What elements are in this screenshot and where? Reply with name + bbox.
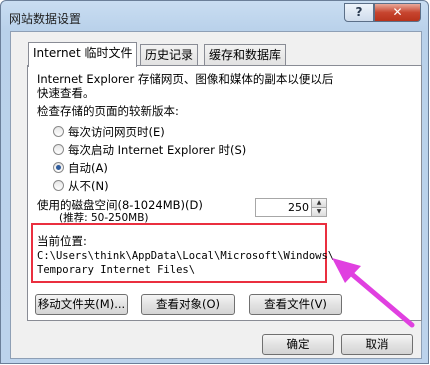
location-path-line1: C:\Users\think\AppData\Local\Microsoft\W… bbox=[37, 250, 335, 262]
close-button[interactable]: ✕ bbox=[374, 3, 421, 22]
view-objects-button[interactable]: 查看对象(O) bbox=[141, 294, 235, 315]
radio-label-never[interactable]: 从不(N) bbox=[68, 178, 109, 194]
radio-label-every-visit[interactable]: 每次访问网页时(E) bbox=[68, 124, 165, 140]
ok-button[interactable]: 确定 bbox=[262, 334, 334, 355]
radio-label-every-start[interactable]: 每次启动 Internet Explorer 时(S) bbox=[68, 142, 246, 158]
spin-down-arrow-icon[interactable]: ▼ bbox=[311, 208, 326, 216]
radio-every-visit[interactable] bbox=[53, 126, 64, 137]
spin-up-arrow-icon[interactable]: ▲ bbox=[311, 199, 326, 208]
move-folder-button[interactable]: 移动文件夹(M)... bbox=[35, 294, 128, 315]
tab-history[interactable]: 历史记录 bbox=[140, 44, 199, 66]
description-text-2: 快速查看。 bbox=[37, 86, 95, 100]
disk-space-spinner[interactable]: 250 ▲ ▼ bbox=[255, 198, 327, 217]
radio-automatic[interactable] bbox=[53, 162, 64, 173]
check-versions-label: 检查存储的页面的较新版本: bbox=[37, 104, 179, 118]
tab-cache-databases[interactable]: 缓存和数据库 bbox=[204, 44, 287, 66]
tab-temporary-internet-files[interactable]: Internet 临时文件 bbox=[28, 42, 138, 67]
window-title: 网站数据设置 bbox=[9, 12, 82, 26]
disk-space-value[interactable]: 250 bbox=[288, 201, 309, 214]
radio-never[interactable] bbox=[53, 180, 64, 191]
radio-label-automatic[interactable]: 自动(A) bbox=[68, 160, 108, 176]
view-files-button[interactable]: 查看文件(V) bbox=[249, 294, 342, 315]
help-button[interactable]: ? bbox=[344, 3, 374, 22]
dialog-window: 网站数据设置 ? ✕ Internet 临时文件 历史记录 缓存和数据库 Int… bbox=[0, 0, 429, 364]
radio-every-start[interactable] bbox=[53, 144, 64, 155]
location-path-line2: Temporary Internet Files\ bbox=[37, 264, 196, 276]
current-location-label: 当前位置: bbox=[37, 234, 87, 248]
cancel-button[interactable]: 取消 bbox=[341, 334, 413, 355]
